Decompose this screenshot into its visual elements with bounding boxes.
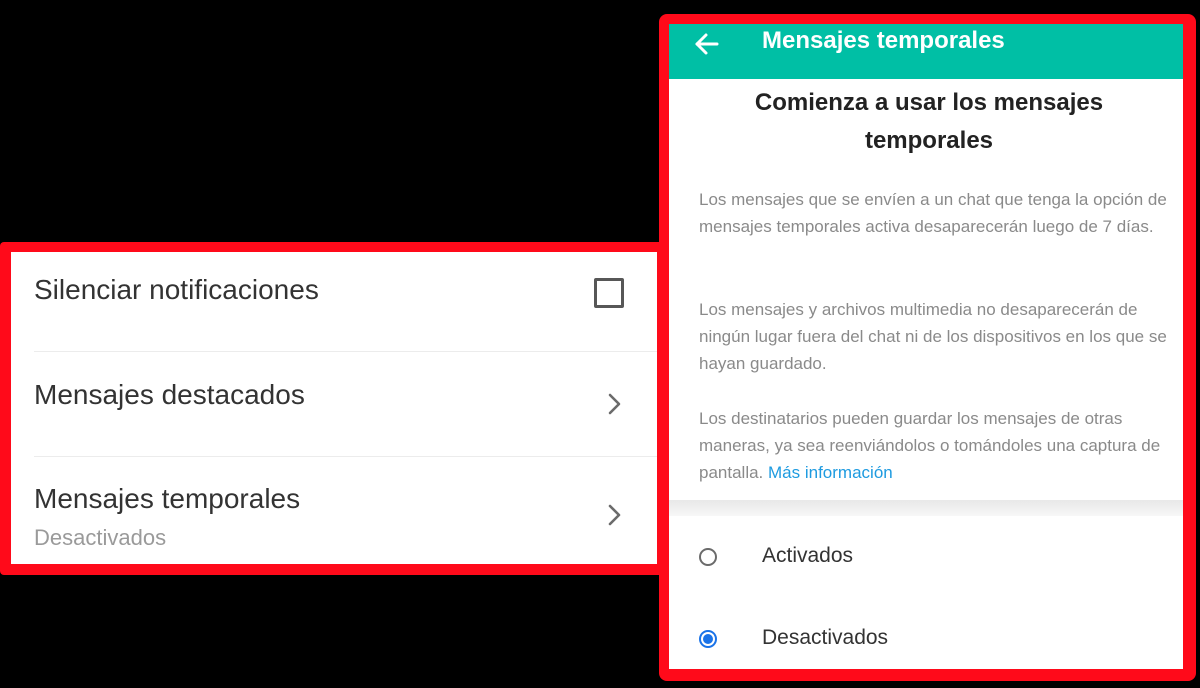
disappearing-messages-screen: Mensajes temporales Comienza a usar los … — [669, 24, 1183, 669]
option-deactivated-row[interactable]: Desactivados — [669, 620, 1183, 669]
app-header: Mensajes temporales — [669, 24, 1183, 79]
intro-heading: Comienza a usar los mensajes temporales — [754, 89, 1104, 154]
chat-settings-list: Silenciar notificaciones Mensajes destac… — [11, 252, 657, 564]
section-divider — [669, 500, 1183, 516]
starred-messages-row[interactable]: Mensajes destacados — [34, 352, 657, 457]
chevron-right-icon — [608, 393, 621, 415]
option-activated-row[interactable]: Activados — [669, 538, 1183, 598]
description-paragraph-2: Los mensajes y archivos multimedia no de… — [699, 300, 1167, 373]
page-title: Mensajes temporales — [762, 27, 1005, 54]
option-deactivated-label: Desactivados — [762, 626, 889, 649]
mute-notifications-checkbox[interactable] — [594, 278, 624, 308]
mute-notifications-row[interactable]: Silenciar notificaciones — [34, 252, 657, 352]
option-activated-label: Activados — [762, 544, 854, 567]
disappearing-messages-status: Desactivados — [34, 525, 167, 550]
chevron-right-icon — [608, 504, 621, 526]
mute-notifications-label: Silenciar notificaciones — [34, 274, 319, 305]
radio-activated[interactable] — [699, 548, 717, 566]
starred-messages-label: Mensajes destacados — [34, 379, 305, 410]
more-info-link[interactable]: Más información — [768, 463, 893, 482]
highlight-frame-left: Silenciar notificaciones Mensajes destac… — [0, 242, 666, 575]
disappearing-messages-row[interactable]: Mensajes temporales Desactivados — [34, 457, 657, 564]
arrow-left-icon[interactable] — [693, 30, 721, 58]
description-paragraph-1: Los mensajes que se envíen a un chat que… — [699, 190, 1167, 236]
description-paragraph-3: Los destinatarios pueden guardar los men… — [699, 405, 1175, 486]
radio-deactivated[interactable] — [699, 630, 717, 648]
disappearing-messages-label: Mensajes temporales — [34, 483, 301, 514]
highlight-frame-right: Mensajes temporales Comienza a usar los … — [659, 14, 1196, 681]
